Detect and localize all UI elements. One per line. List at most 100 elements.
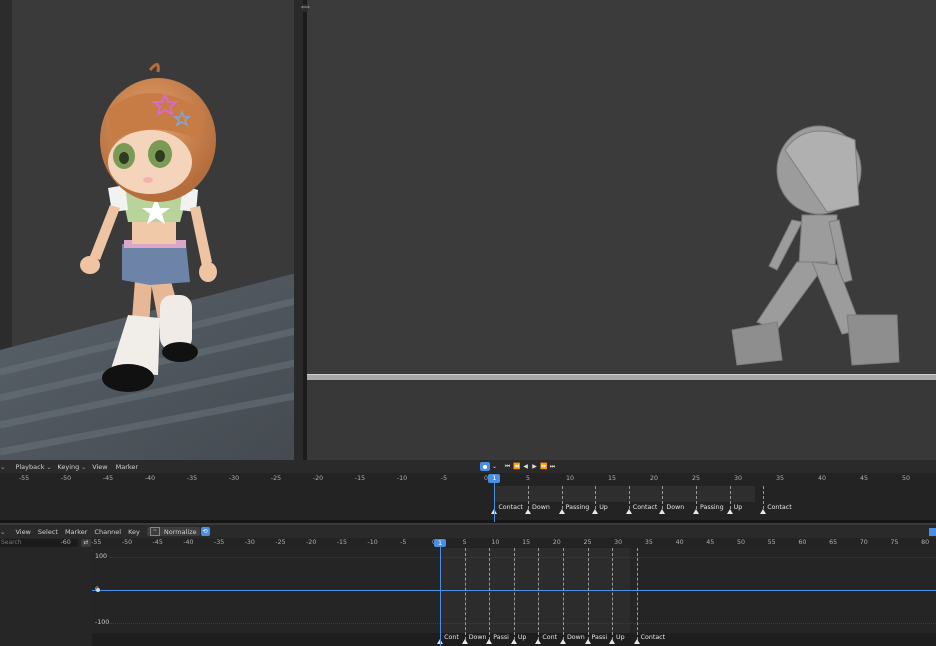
graph-marker-line <box>562 548 564 640</box>
ge-view-menu[interactable]: View <box>15 528 30 536</box>
timeline-marker-triangle <box>525 509 531 514</box>
filter-swap-icon[interactable]: ⇄ <box>81 539 91 547</box>
auto-key-record-button[interactable] <box>480 462 490 471</box>
timeline-tick: -30 <box>228 475 240 482</box>
graph-tick: -15 <box>336 539 348 546</box>
graph-marker-line <box>513 548 515 640</box>
graph-marker-line <box>636 548 638 640</box>
graph-tick: 50 <box>736 539 746 546</box>
graph-tick: -10 <box>367 539 378 546</box>
graph-y-label: -100 <box>95 619 110 626</box>
graph-tick: 60 <box>798 539 807 546</box>
timeline-frame-ruler[interactable] <box>0 473 936 484</box>
ge-channel-menu[interactable]: Channel <box>94 528 121 536</box>
timeline-tick: 25 <box>691 475 701 482</box>
graph-current-frame[interactable]: 1 <box>434 539 447 547</box>
timeline-tick: -50 <box>60 475 72 482</box>
jump-prev-key-icon[interactable]: ⏪ <box>513 463 520 470</box>
graph-zero-dot <box>96 588 100 592</box>
timeline-current-frame[interactable]: 1 <box>488 474 501 483</box>
graph-marker-label: Up <box>517 634 527 641</box>
view-menu[interactable]: View <box>92 463 107 471</box>
channel-search-placeholder: Search <box>1 539 22 546</box>
graph-marker-line <box>489 548 491 640</box>
playback-menu[interactable]: Playback <box>15 463 51 471</box>
graph-tick: 35 <box>644 539 653 546</box>
auto-normalize-icon[interactable]: ⟲ <box>200 527 210 536</box>
timeline-tick: -10 <box>396 475 408 482</box>
jump-start-icon[interactable]: ⏮ <box>504 463 511 470</box>
sidebar-toggle-tab[interactable] <box>929 528 936 536</box>
timeline-marker-triangle <box>592 509 599 514</box>
graph-tick: 20 <box>552 539 561 546</box>
timeline-marker-label: Contact <box>632 504 658 511</box>
timeline-tick: 45 <box>859 475 869 482</box>
graph-marker-triangle <box>559 639 566 644</box>
normalize-toggle[interactable]: ~ Normalize <box>146 527 200 536</box>
graph-tick: -30 <box>244 539 255 546</box>
timeline-tick: -35 <box>186 475 198 482</box>
graph-tick: 55 <box>767 539 776 546</box>
timeline-tick: -5 <box>440 475 448 482</box>
graph-marker-label: Passi <box>591 634 608 641</box>
graph-tick: 40 <box>675 539 684 546</box>
jump-next-key-icon[interactable]: ⏩ <box>540 463 547 470</box>
ge-marker-menu[interactable]: Marker <box>65 528 87 536</box>
keying-menu[interactable]: Keying <box>57 463 86 471</box>
area-split-icon[interactable]: ⟺ <box>301 4 310 12</box>
graph-editor-type-dropdown-icon[interactable]: ⌄ <box>0 528 5 536</box>
timeline-tick: -25 <box>270 475 282 482</box>
timeline-tick: -40 <box>144 475 156 482</box>
graph-marker-label: Contact <box>640 634 666 641</box>
graph-marker-triangle <box>633 639 640 644</box>
graph-tick: -40 <box>183 539 194 546</box>
graph-tick: -45 <box>152 539 163 546</box>
graph-marker-label: Passi <box>493 634 509 641</box>
timeline-tick: 15 <box>607 475 617 482</box>
timeline-tick: 0 <box>483 475 489 482</box>
graph-marker-label: Down <box>566 634 585 641</box>
viewport-solid[interactable] <box>307 0 936 460</box>
graph-marker-label: Cont <box>444 634 459 641</box>
timeline-tick: 20 <box>649 475 659 482</box>
graph-marker-triangle <box>486 639 493 644</box>
timeline-marker-label: Down <box>666 504 685 511</box>
timeline-marker-label: Contact <box>498 504 523 511</box>
play-icon[interactable]: ▶ <box>531 463 538 470</box>
timeline-marker-triangle <box>558 509 565 514</box>
graph-marker-triangle <box>609 639 616 644</box>
marker-menu[interactable]: Marker <box>116 463 138 471</box>
graph-tick: 45 <box>706 539 715 546</box>
timeline-body[interactable] <box>0 484 936 520</box>
record-dropdown-icon[interactable]: ⌄ <box>491 463 498 470</box>
graph-marker-label: Down <box>468 634 487 641</box>
timeline-marker-label: Up <box>733 504 743 511</box>
timeline-tick: -55 <box>18 475 30 482</box>
jump-end-icon[interactable]: ⏭ <box>549 463 556 470</box>
timeline-marker-label: Passing <box>565 504 590 511</box>
graph-tick: -60 <box>60 539 71 546</box>
normalize-curve-icon: ~ <box>149 527 160 536</box>
editor-type-dropdown-icon[interactable]: ⌄ <box>0 463 5 471</box>
graph-marker-line <box>464 548 466 640</box>
graph-tick: 5 <box>462 539 467 546</box>
timeline-tick: 40 <box>817 475 827 482</box>
graph-tick: 80 <box>921 539 930 546</box>
timeline-tick: 5 <box>525 475 531 482</box>
timeline-tick: 35 <box>775 475 785 482</box>
graph-marker-line <box>587 548 589 640</box>
timeline-tick: 30 <box>733 475 743 482</box>
viewport-rendered[interactable] <box>0 0 304 460</box>
timeline-marker-triangle <box>693 509 699 514</box>
graph-marker-line <box>538 548 540 640</box>
channel-region[interactable] <box>0 538 92 646</box>
play-reverse-icon[interactable]: ◀ <box>522 463 529 470</box>
rendered-character-scene <box>0 63 301 460</box>
graph-tick: 15 <box>522 539 531 546</box>
solid-character-side-view <box>731 125 900 366</box>
graph-tick: -25 <box>275 539 286 546</box>
ge-key-menu[interactable]: Key <box>128 528 140 536</box>
ge-select-menu[interactable]: Select <box>38 528 58 536</box>
timeline-marker-label: Passing <box>700 504 724 511</box>
graph-frame-ruler[interactable] <box>0 538 936 548</box>
